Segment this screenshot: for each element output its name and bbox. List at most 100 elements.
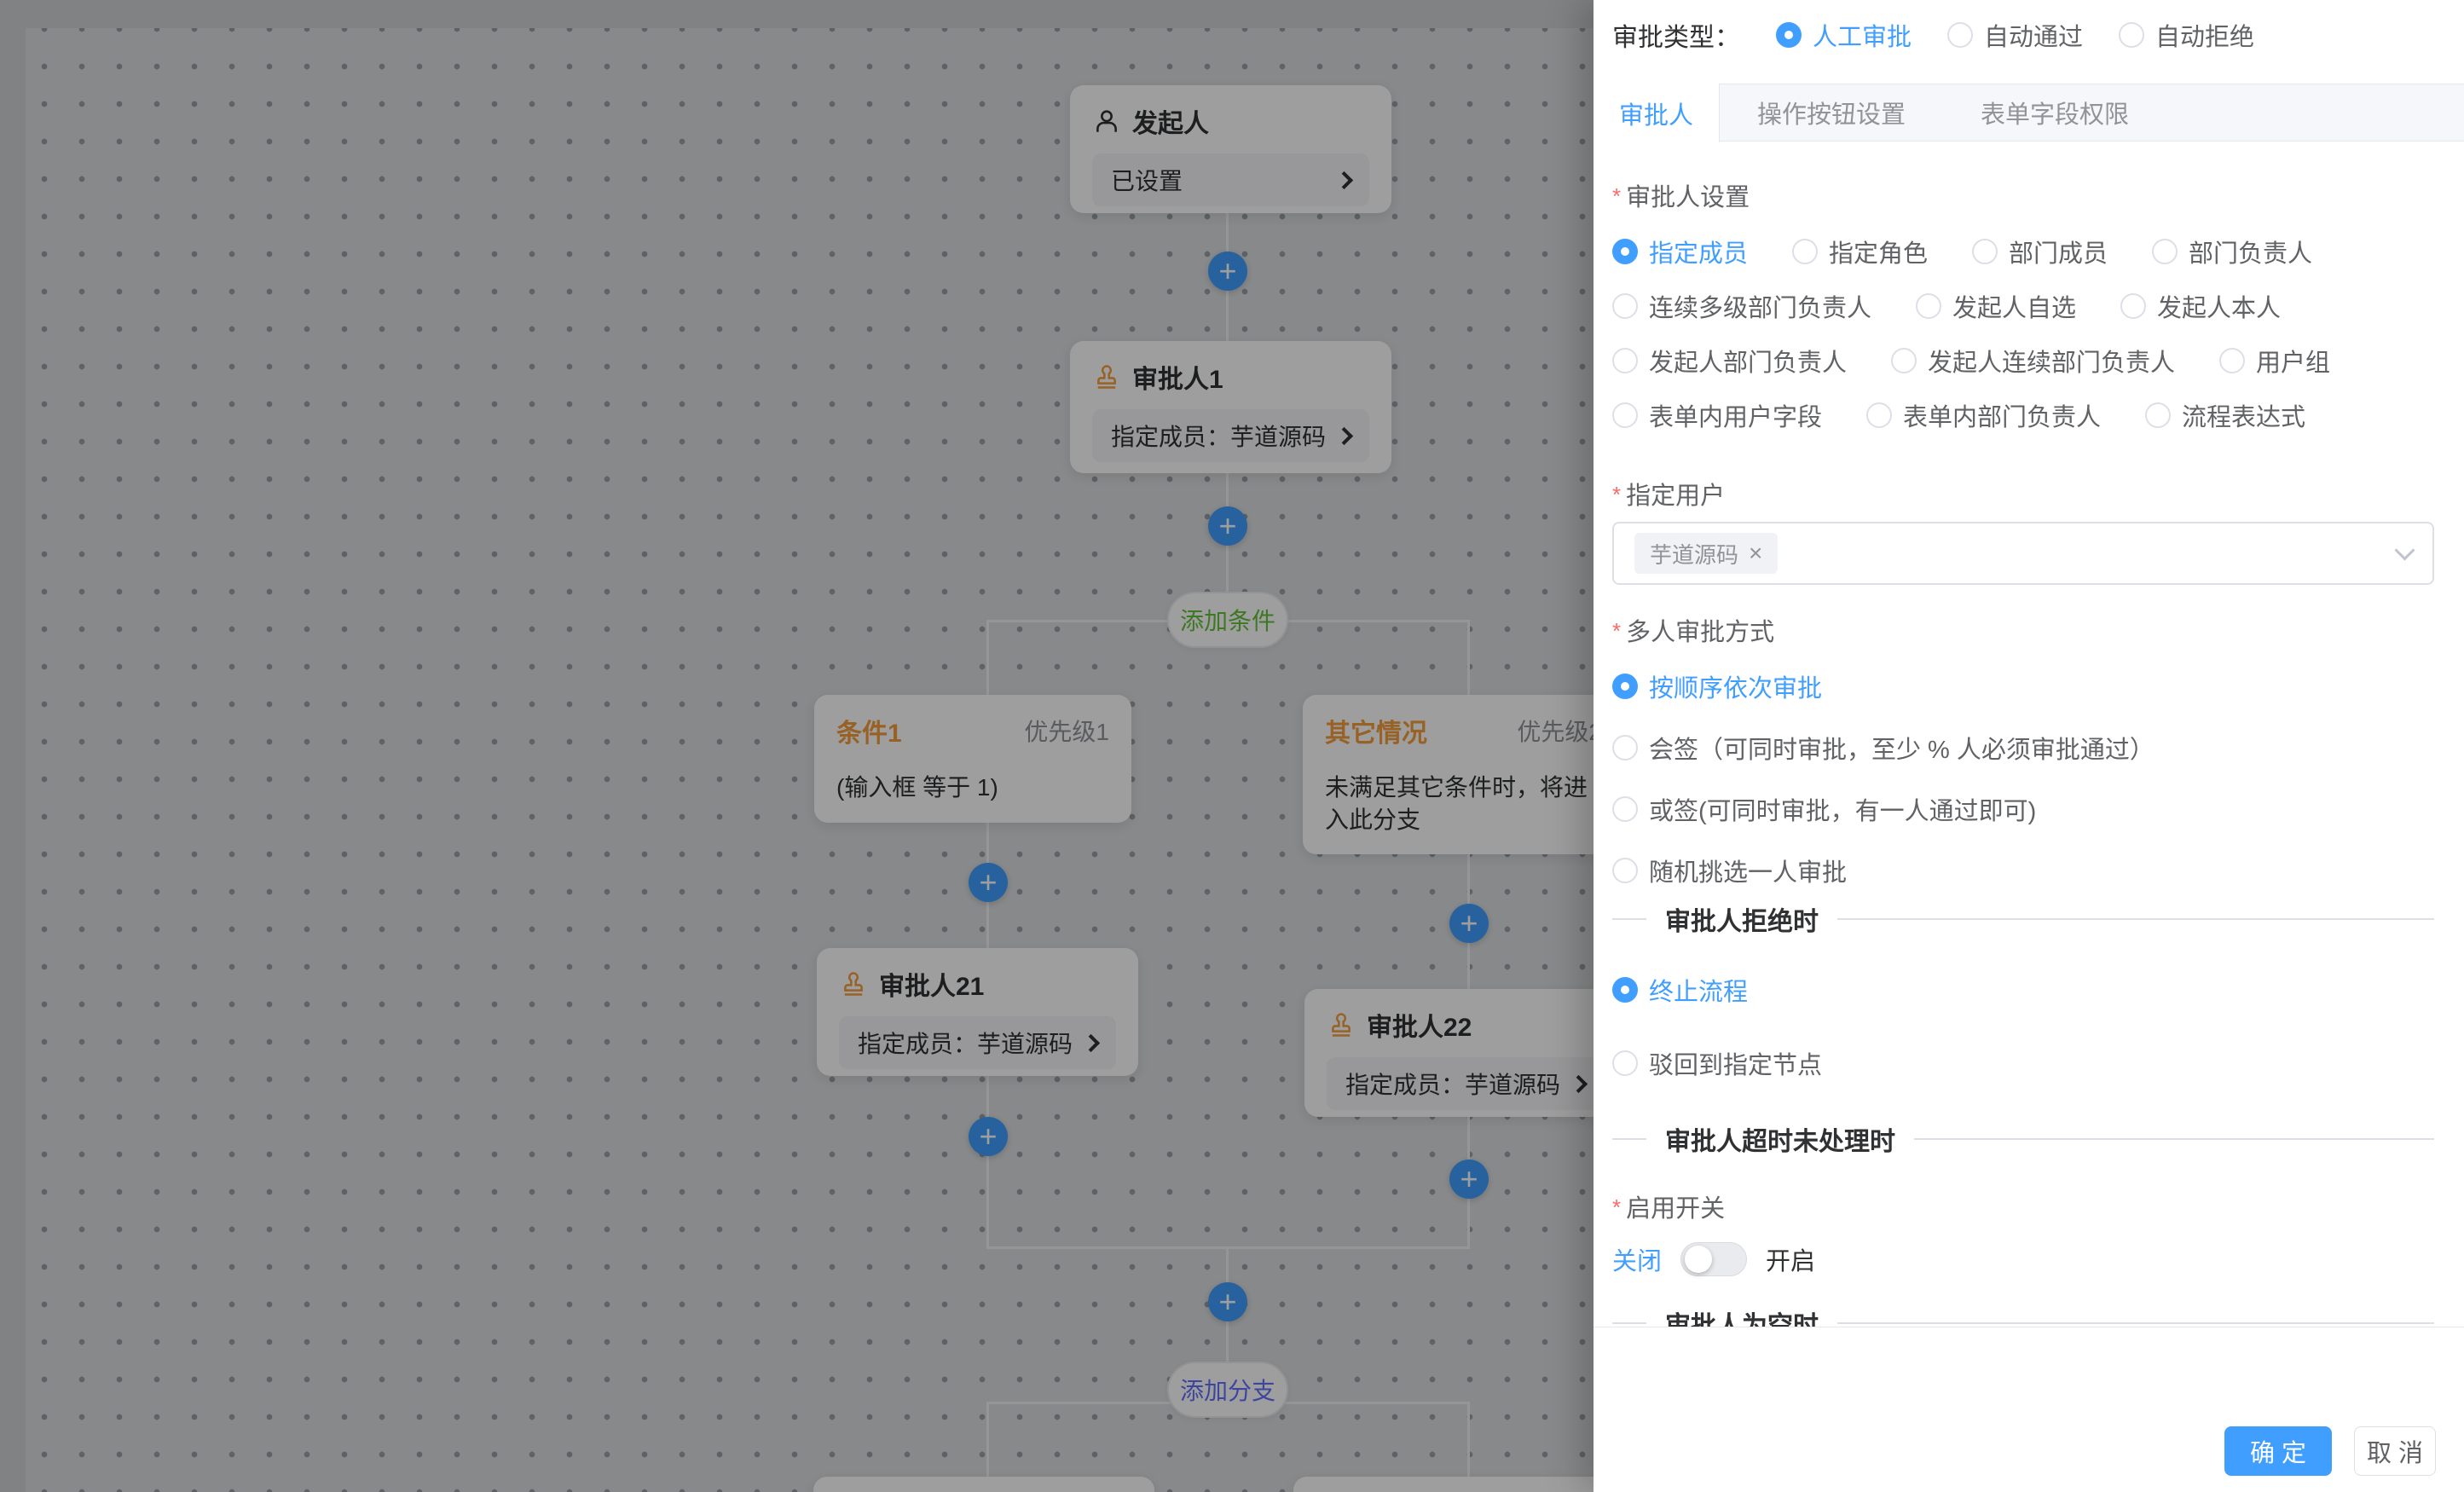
multi-approve-mode-label: *多人审批方式 bbox=[1612, 612, 1774, 648]
radio-random-one[interactable]: 随机挑选一人审批 bbox=[1612, 853, 2155, 888]
radio-label: 随机挑选一人审批 bbox=[1649, 853, 1847, 888]
radio-orsign[interactable]: 或签(可同时审批，有一人通过即可) bbox=[1612, 791, 2155, 827]
radio-countersign[interactable]: 会签（可同时审批，至少 % 人必须审批通过） bbox=[1612, 730, 2155, 766]
multi-mode-options: 按顺序依次审批 会签（可同时审批，至少 % 人必须审批通过） 或签(可同时审批，… bbox=[1612, 668, 2155, 888]
radio-icon bbox=[1972, 239, 1998, 264]
approver-option-row: 表单内用户字段 表单内部门负责人 流程表达式 bbox=[1612, 397, 2305, 433]
radio-multi-level-dept-leader[interactable]: 连续多级部门负责人 bbox=[1612, 288, 1871, 324]
timeout-section-divider: 审批人超时未处理时 bbox=[1612, 1122, 2434, 1156]
radio-label: 会签（可同时审批，至少 % 人必须审批通过） bbox=[1649, 730, 2155, 766]
radio-label: 发起人连续部门负责人 bbox=[1928, 343, 2175, 379]
required-asterisk: * bbox=[1612, 618, 1621, 644]
radio-manual-approval[interactable]: 人工审批 bbox=[1776, 17, 1912, 53]
empty-section-divider: 审批人为空时 bbox=[1612, 1306, 2434, 1327]
enable-toggle-switch[interactable] bbox=[1680, 1242, 1747, 1276]
approver-option-row: 连续多级部门负责人 发起人自选 发起人本人 bbox=[1612, 288, 2281, 324]
radio-icon bbox=[1612, 858, 1638, 883]
tab-form-field-permission[interactable]: 表单字段权限 bbox=[1943, 84, 2166, 141]
enable-switch-label: *启用开关 bbox=[1612, 1188, 1725, 1224]
approver-settings-panel: 审批类型： 人工审批 自动通过 自动拒绝 审批人 操作按钮设置 表单字段权限 *… bbox=[1594, 0, 2464, 1492]
radio-label: 发起人自选 bbox=[1952, 288, 2076, 324]
radio-icon bbox=[2145, 402, 2171, 428]
radio-auto-reject[interactable]: 自动拒绝 bbox=[2119, 17, 2254, 53]
radio-sequential-approve[interactable]: 按顺序依次审批 bbox=[1612, 668, 2155, 704]
radio-assigned-member[interactable]: 指定成员 bbox=[1612, 234, 1748, 269]
tab-label: 审批人 bbox=[1619, 95, 1693, 131]
switch-on-label: 开启 bbox=[1766, 1241, 1815, 1277]
radio-label: 表单内用户字段 bbox=[1649, 397, 1822, 433]
radio-icon bbox=[2119, 22, 2144, 48]
radio-label: 用户组 bbox=[2256, 343, 2330, 379]
radio-label: 自动拒绝 bbox=[2155, 17, 2254, 53]
radio-initiator-choose[interactable]: 发起人自选 bbox=[1916, 288, 2076, 324]
radio-flow-expression[interactable]: 流程表达式 bbox=[2145, 397, 2305, 433]
panel-body: *审批人设置 指定成员 指定角色 部门成员 部门负责人 连续多级部门负责人 发起… bbox=[1594, 142, 2464, 1327]
radio-initiator-self[interactable]: 发起人本人 bbox=[2120, 288, 2281, 324]
tab-label: 操作按钮设置 bbox=[1757, 95, 1906, 130]
radio-label: 指定角色 bbox=[1829, 234, 1928, 269]
radio-dept-leader[interactable]: 部门负责人 bbox=[2152, 234, 2312, 269]
radio-icon bbox=[1612, 348, 1638, 373]
radio-user-group[interactable]: 用户组 bbox=[2219, 343, 2330, 379]
approval-type-label: 审批类型： bbox=[1612, 16, 1740, 54]
radio-icon bbox=[1947, 22, 1973, 48]
radio-label: 发起人本人 bbox=[2157, 288, 2281, 324]
radio-icon bbox=[1916, 293, 1941, 319]
radio-icon bbox=[1792, 239, 1818, 264]
radio-form-user-field[interactable]: 表单内用户字段 bbox=[1612, 397, 1822, 433]
radio-initiator-dept-leader[interactable]: 发起人部门负责人 bbox=[1612, 343, 1847, 379]
reject-section-title: 审批人拒绝时 bbox=[1665, 900, 1819, 938]
radio-icon bbox=[1612, 1050, 1638, 1076]
tab-action-buttons[interactable]: 操作按钮设置 bbox=[1720, 84, 1943, 141]
radio-icon bbox=[1891, 348, 1917, 373]
radio-dept-member[interactable]: 部门成员 bbox=[1972, 234, 2108, 269]
radio-icon bbox=[1612, 735, 1638, 760]
radio-label: 驳回到指定节点 bbox=[1649, 1045, 1822, 1081]
selected-user-tag: 芋道源码 × bbox=[1634, 533, 1778, 574]
required-asterisk: * bbox=[1612, 1194, 1621, 1220]
radio-label: 部门负责人 bbox=[2189, 234, 2312, 269]
radio-assigned-role[interactable]: 指定角色 bbox=[1792, 234, 1928, 269]
radio-label: 表单内部门负责人 bbox=[1903, 397, 2101, 433]
radio-label: 自动通过 bbox=[1984, 17, 2083, 53]
radio-form-dept-leader[interactable]: 表单内部门负责人 bbox=[1866, 397, 2101, 433]
cancel-button[interactable]: 取 消 bbox=[2354, 1426, 2436, 1476]
switch-knob bbox=[1685, 1246, 1712, 1273]
radio-icon bbox=[1866, 402, 1892, 428]
assign-user-label: *指定用户 bbox=[1612, 476, 1725, 512]
radio-label: 终止流程 bbox=[1649, 972, 1748, 1008]
radio-label: 指定成员 bbox=[1649, 234, 1748, 269]
radio-initiator-multi-dept-leader[interactable]: 发起人连续部门负责人 bbox=[1891, 343, 2175, 379]
assign-user-select[interactable]: 芋道源码 × bbox=[1612, 522, 2434, 585]
radio-label: 发起人部门负责人 bbox=[1649, 343, 1847, 379]
radio-icon bbox=[1612, 674, 1638, 699]
reject-options: 终止流程 驳回到指定节点 bbox=[1612, 972, 1822, 1081]
radio-icon bbox=[2120, 293, 2146, 319]
radio-label: 连续多级部门负责人 bbox=[1649, 288, 1871, 324]
radio-auto-pass[interactable]: 自动通过 bbox=[1947, 17, 2083, 53]
radio-label: 流程表达式 bbox=[2182, 397, 2305, 433]
empty-section-title: 审批人为空时 bbox=[1665, 1304, 1819, 1327]
tab-label: 表单字段权限 bbox=[1981, 95, 2129, 130]
radio-icon bbox=[1612, 239, 1638, 264]
timeout-section-title: 审批人超时未处理时 bbox=[1665, 1120, 1895, 1158]
radio-return-to-node[interactable]: 驳回到指定节点 bbox=[1612, 1045, 1822, 1081]
tag-close-icon[interactable]: × bbox=[1749, 541, 1762, 565]
radio-icon bbox=[2152, 239, 2178, 264]
reject-section-divider: 审批人拒绝时 bbox=[1612, 902, 2434, 936]
required-asterisk: * bbox=[1612, 183, 1621, 209]
radio-terminate-flow[interactable]: 终止流程 bbox=[1612, 972, 1822, 1008]
chevron-down-icon bbox=[2394, 540, 2415, 560]
approver-setting-label: *审批人设置 bbox=[1612, 177, 1750, 213]
radio-icon bbox=[1776, 22, 1802, 48]
radio-label: 人工审批 bbox=[1813, 17, 1912, 53]
switch-off-label: 关闭 bbox=[1612, 1241, 1662, 1277]
confirm-button[interactable]: 确 定 bbox=[2224, 1426, 2332, 1476]
tag-label: 芋道源码 bbox=[1650, 538, 1738, 570]
radio-icon bbox=[2219, 348, 2245, 373]
required-asterisk: * bbox=[1612, 482, 1621, 507]
approver-option-row: 发起人部门负责人 发起人连续部门负责人 用户组 bbox=[1612, 343, 2330, 379]
radio-label: 或签(可同时审批，有一人通过即可) bbox=[1649, 791, 2036, 827]
panel-tabbar: 审批人 操作按钮设置 表单字段权限 bbox=[1594, 84, 2464, 142]
tab-approver[interactable]: 审批人 bbox=[1594, 84, 1720, 142]
